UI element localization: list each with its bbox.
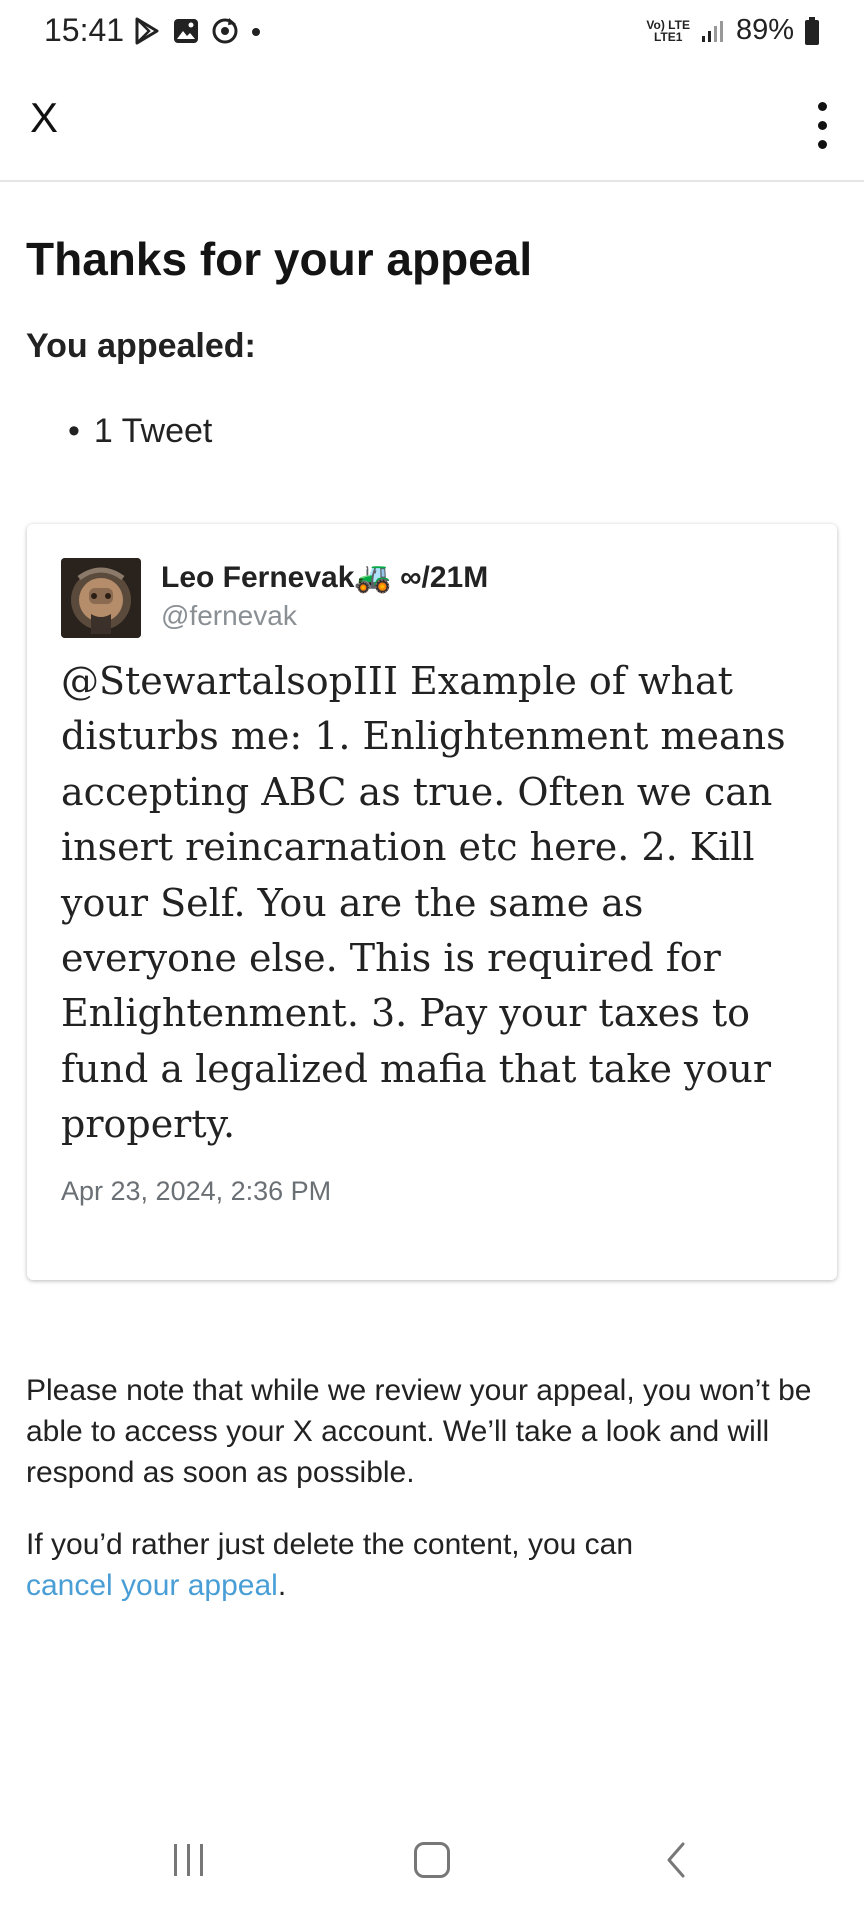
tweet-text: @StewartalsopIII Example of what disturb… <box>61 659 786 1147</box>
network-bottom-label: LTE1 <box>653 29 683 44</box>
delete-notice-text: If you’d rather just delete the content,… <box>26 1528 634 1561</box>
menu-dot <box>818 121 827 130</box>
sync-icon <box>212 18 238 44</box>
recent-bar <box>174 1844 177 1876</box>
battery-icon <box>805 16 819 45</box>
back-icon[interactable] <box>664 1840 688 1880</box>
page-title: Thanks for your appeal <box>26 233 533 285</box>
tweet-card: Leo Fernevak🚜 ∞/21M @fernevak @Stewartal… <box>27 524 837 1280</box>
app-bar: X <box>0 64 864 182</box>
play-store-icon <box>135 17 159 45</box>
more-vertical-icon[interactable] <box>818 102 830 149</box>
recent-bar <box>187 1844 190 1876</box>
avatar-image <box>61 558 141 638</box>
recent-bar <box>200 1844 203 1876</box>
appealed-items-list: 1 Tweet <box>68 412 212 451</box>
system-nav-bar <box>0 1834 864 1894</box>
review-notice: Please note that while we review your ap… <box>26 1374 812 1489</box>
dot-icon <box>252 28 260 36</box>
tweet-timestamp: Apr 23, 2024, 2:36 PM <box>61 1176 332 1206</box>
network-top-label: Vo) LTE <box>646 17 690 32</box>
gallery-icon <box>174 19 198 43</box>
cancel-appeal-link[interactable]: cancel your appeal <box>26 1569 278 1602</box>
list-item: 1 Tweet <box>68 412 212 451</box>
battery-percent: 89% <box>735 14 794 46</box>
status-right: Vo) LTE LTE1 89% <box>646 14 820 47</box>
delete-content-notice: If you’d rather just delete the content,… <box>26 1524 836 1606</box>
recent-apps-icon[interactable] <box>174 1844 203 1876</box>
home-icon[interactable] <box>414 1842 450 1878</box>
tweet-author-handle: @fernevak <box>161 600 297 631</box>
close-button[interactable]: X <box>30 94 58 142</box>
appealed-label: You appealed: <box>26 327 256 365</box>
network-indicator: Vo) LTE LTE1 <box>646 19 690 43</box>
status-time: 15:41 <box>44 12 125 48</box>
menu-dot <box>818 102 827 111</box>
signal-icon <box>701 20 723 42</box>
menu-dot <box>818 140 827 149</box>
status-bar: 15:41 Vo) LTE LTE1 89% <box>0 0 864 64</box>
delete-notice-period: . <box>277 1569 287 1602</box>
notification-icons <box>132 16 262 46</box>
tweet-author-name: Leo Fernevak🚜 ∞/21M <box>161 561 489 594</box>
avatar <box>61 558 141 638</box>
